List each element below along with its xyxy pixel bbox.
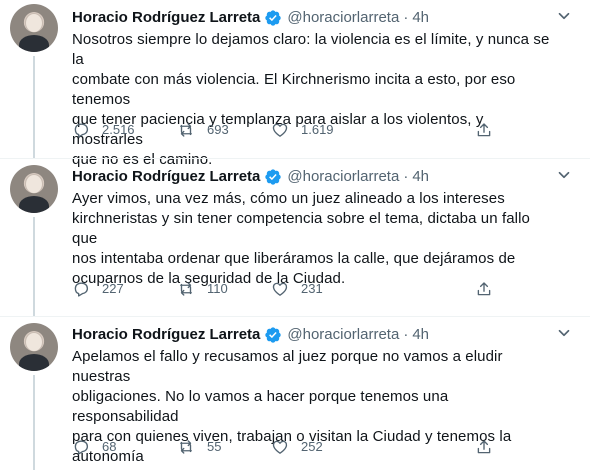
retweet-count: 693 [207,122,229,137]
timestamp[interactable]: 4h [412,8,429,28]
verified-badge-icon [264,326,282,344]
tweet-thread: Horacio Rodríguez Larreta @horaciorlarre… [0,0,590,470]
reply-button[interactable]: 227 [72,279,124,299]
reply-icon [74,123,89,138]
share-button[interactable] [475,120,493,140]
tweet-actions: 2.516 693 1.619 [72,120,502,140]
retweet-button[interactable]: 55 [177,437,221,457]
author-name[interactable]: Horacio Rodríguez Larreta [72,325,260,345]
author-handle[interactable]: @horaciorlarreta [287,167,399,187]
like-button[interactable]: 231 [271,279,323,299]
verified-badge-icon [264,168,282,186]
heart-icon [272,282,288,296]
share-icon [477,282,491,296]
retweet-button[interactable]: 110 [177,279,228,299]
reply-button[interactable]: 68 [72,437,116,457]
like-count: 1.619 [301,122,334,137]
timestamp[interactable]: 4h [412,325,429,345]
chevron-down-icon[interactable] [555,7,573,25]
like-button[interactable]: 1.619 [271,120,334,140]
retweet-button[interactable]: 693 [177,120,229,140]
reply-icon [74,282,89,297]
chevron-down-icon[interactable] [555,166,573,184]
heart-icon [272,123,288,137]
tweet-header: Horacio Rodríguez Larreta @horaciorlarre… [72,166,556,188]
tweet[interactable]: Horacio Rodríguez Larreta @horaciorlarre… [0,0,590,168]
timestamp[interactable]: 4h [412,167,429,187]
author-handle[interactable]: @horaciorlarreta [287,8,399,28]
reply-count: 227 [102,281,124,296]
avatar[interactable] [10,165,58,213]
reply-count: 2.516 [102,122,135,137]
separator-dot: · [403,326,409,343]
share-button[interactable] [475,437,493,457]
retweet-icon [180,440,192,454]
retweet-icon [180,123,192,137]
reply-count: 68 [102,439,117,454]
thread-line [33,217,35,317]
tweet[interactable]: Horacio Rodríguez Larreta @horaciorlarre… [0,158,590,317]
tweet-header: Horacio Rodríguez Larreta @horaciorlarre… [72,7,556,29]
like-button[interactable]: 252 [271,437,323,457]
tweet-text: Nosotros siempre lo dejamos claro: la vi… [72,31,550,168]
author-name[interactable]: Horacio Rodríguez Larreta [72,167,260,187]
share-icon [477,123,491,137]
separator-dot: · [403,168,409,185]
separator-dot: · [403,9,409,26]
share-button[interactable] [475,279,493,299]
thread-line [33,375,35,470]
heart-icon [272,440,288,454]
reply-icon [74,440,89,455]
retweet-icon [180,282,192,296]
thread-line [33,56,35,158]
author-handle[interactable]: @horaciorlarreta [287,325,399,345]
verified-badge-icon [264,9,282,27]
reply-button[interactable]: 2.516 [72,120,135,140]
share-icon [477,440,491,454]
tweet-actions: 68 55 252 [72,437,502,457]
retweet-count: 55 [207,439,222,454]
avatar[interactable] [10,4,58,52]
tweet-header: Horacio Rodríguez Larreta @horaciorlarre… [72,324,556,346]
chevron-down-icon[interactable] [555,324,573,342]
author-name[interactable]: Horacio Rodríguez Larreta [72,8,260,28]
avatar[interactable] [10,323,58,371]
tweet[interactable]: Horacio Rodríguez Larreta @horaciorlarre… [0,316,590,470]
like-count: 231 [301,281,323,296]
tweet-text: Ayer vimos, una vez más, cómo un juez al… [72,190,530,287]
tweet-actions: 227 110 231 [72,279,502,299]
like-count: 252 [301,439,323,454]
retweet-count: 110 [207,281,228,296]
